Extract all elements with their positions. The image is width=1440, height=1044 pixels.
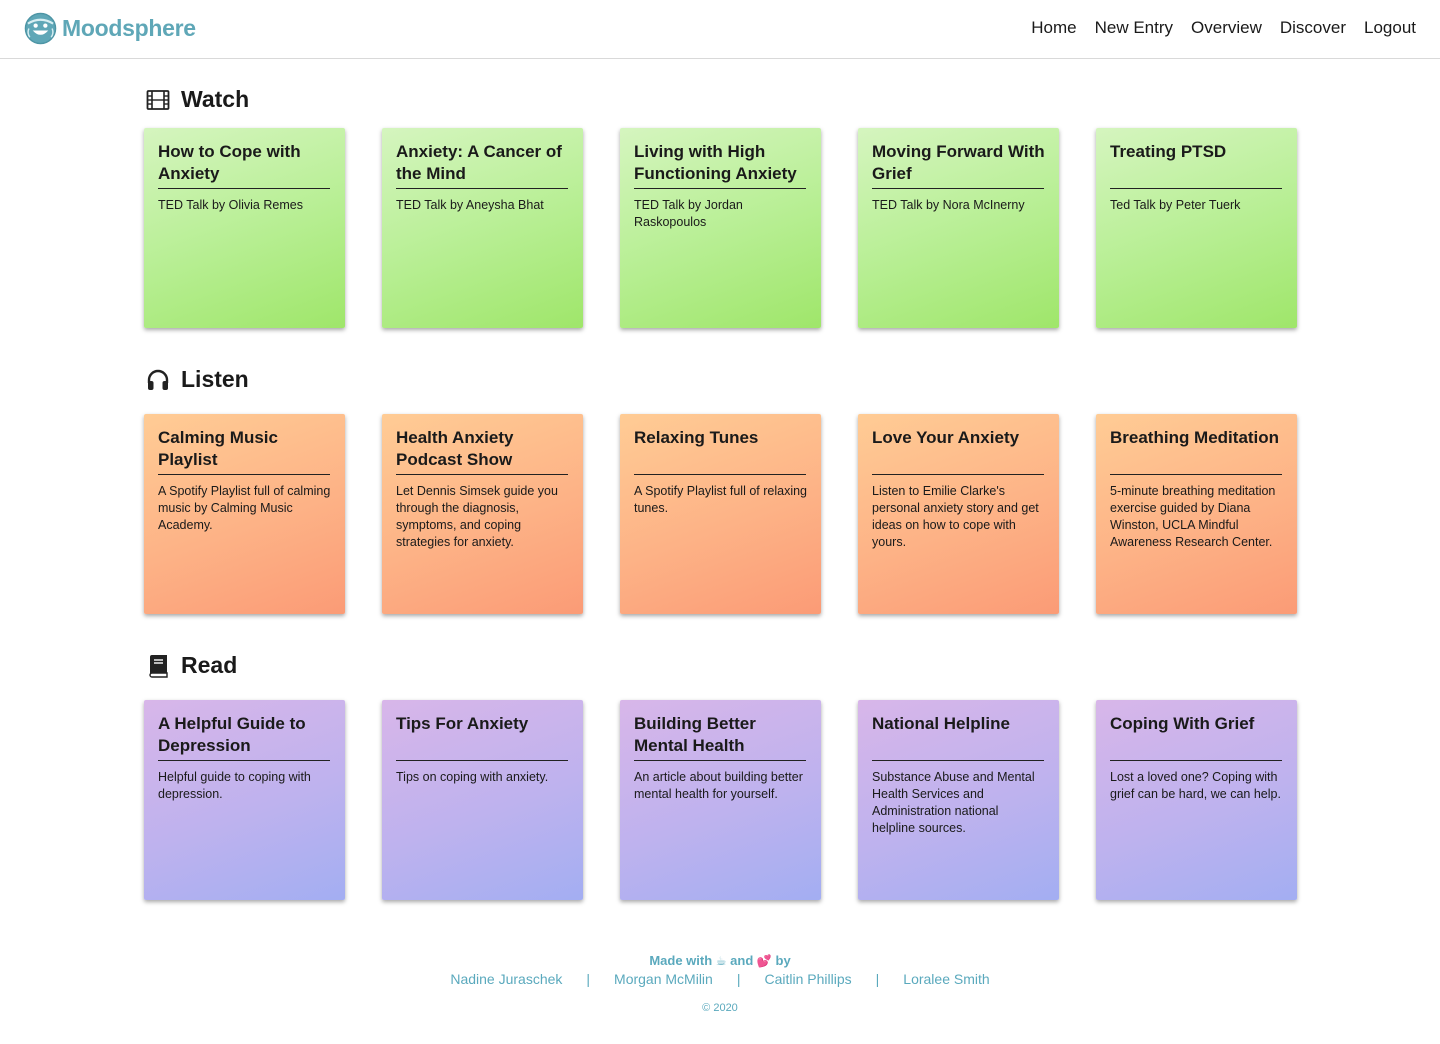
author-separator: | xyxy=(875,971,880,987)
card-title: Coping With Grief xyxy=(1110,714,1255,733)
card-description: Ted Talk by Peter Tuerk xyxy=(1110,198,1241,212)
card-divider xyxy=(396,474,568,475)
headphones-icon xyxy=(147,369,169,390)
author-separator: | xyxy=(736,971,741,987)
card-description: TED Talk by Jordan Raskopoulos xyxy=(634,198,743,229)
read-card[interactable]: National Helpline Substance Abuse and Me… xyxy=(858,700,1059,900)
watch-card[interactable]: Anxiety: A Cancer of the Mind TED Talk b… xyxy=(382,128,583,328)
film-icon xyxy=(146,89,170,110)
watch-card[interactable]: How to Cope with Anxiety TED Talk by Oli… xyxy=(144,128,345,328)
made-with-line: Made with ☕ and 💕 by xyxy=(0,953,1440,968)
card-description: Helpful guide to coping with depression. xyxy=(158,770,311,801)
section-title-read: Read xyxy=(146,652,237,679)
author-links: Nadine Juraschek | Morgan McMilin | Cait… xyxy=(0,971,1440,987)
section-label: Listen xyxy=(181,366,249,392)
card-title: National Helpline xyxy=(872,714,1010,733)
card-divider xyxy=(1110,474,1282,475)
card-divider xyxy=(634,188,806,189)
card-description: A Spotify Playlist full of calming music… xyxy=(158,484,331,532)
author-link-morgan[interactable]: Morgan McMilin xyxy=(614,971,713,987)
read-card[interactable]: Building Better Mental Health An article… xyxy=(620,700,821,900)
listen-card[interactable]: Breathing Meditation 5-minute breathing … xyxy=(1096,414,1297,614)
brand-name: Moodsphere xyxy=(62,15,196,41)
card-title: Building Better Mental Health xyxy=(634,714,756,755)
nav-links: Home New Entry Overview Discover Logout xyxy=(1013,18,1416,38)
card-description: An article about building better mental … xyxy=(634,770,803,801)
watch-card[interactable]: Living with High Functioning Anxiety TED… xyxy=(620,128,821,328)
card-description: Lost a loved one? Coping with grief can … xyxy=(1110,770,1281,801)
listen-cards: Calming Music Playlist A Spotify Playlis… xyxy=(144,414,1297,614)
section-label: Watch xyxy=(181,86,250,112)
section-title-listen: Listen xyxy=(146,366,249,393)
card-title: Love Your Anxiety xyxy=(872,428,1020,447)
listen-card[interactable]: Calming Music Playlist A Spotify Playlis… xyxy=(144,414,345,614)
card-title: Breathing Meditation xyxy=(1110,428,1280,447)
card-title: Calming Music Playlist xyxy=(158,428,278,469)
card-title: How to Cope with Anxiety xyxy=(158,142,301,183)
listen-card[interactable]: Health Anxiety Podcast Show Let Dennis S… xyxy=(382,414,583,614)
card-title: Anxiety: A Cancer of the Mind xyxy=(396,142,562,183)
footer: Made with ☕ and 💕 by Nadine Juraschek | … xyxy=(0,953,1440,1014)
card-description: Listen to Emilie Clarke's personal anxie… xyxy=(872,484,1039,549)
card-title: A Helpful Guide to Depression xyxy=(158,714,306,755)
nav-home[interactable]: Home xyxy=(1031,18,1076,38)
card-description: Substance Abuse and Mental Health Servic… xyxy=(872,770,1035,835)
nav-new-entry[interactable]: New Entry xyxy=(1095,18,1173,38)
watch-cards: How to Cope with Anxiety TED Talk by Oli… xyxy=(144,128,1297,328)
and-text: and xyxy=(730,953,754,968)
nav-discover[interactable]: Discover xyxy=(1280,18,1346,38)
section-title-watch: Watch xyxy=(146,86,249,113)
card-title: Tips For Anxiety xyxy=(396,714,529,733)
card-divider xyxy=(872,474,1044,475)
card-divider xyxy=(634,474,806,475)
card-title: Living with High Functioning Anxiety xyxy=(634,142,797,183)
section-label: Read xyxy=(181,652,238,678)
card-description: Let Dennis Simsek guide you through the … xyxy=(396,484,558,549)
card-divider xyxy=(396,188,568,189)
card-description: A Spotify Playlist full of relaxing tune… xyxy=(634,484,807,515)
listen-card[interactable]: Love Your Anxiety Listen to Emilie Clark… xyxy=(858,414,1059,614)
author-separator: | xyxy=(586,971,591,987)
card-description: TED Talk by Nora McInerny xyxy=(872,198,1025,212)
card-description: 5-minute breathing meditation exercise g… xyxy=(1110,484,1276,549)
card-description: Tips on coping with anxiety. xyxy=(396,770,549,784)
card-title: Relaxing Tunes xyxy=(634,428,759,447)
card-divider xyxy=(158,760,330,761)
watch-card[interactable]: Treating PTSD Ted Talk by Peter Tuerk xyxy=(1096,128,1297,328)
card-title: Moving Forward With Grief xyxy=(872,142,1045,183)
card-divider xyxy=(872,188,1044,189)
brand[interactable]: Moodsphere xyxy=(24,12,196,45)
card-title: Health Anxiety Podcast Show xyxy=(396,428,514,469)
card-divider xyxy=(634,760,806,761)
card-divider xyxy=(158,474,330,475)
author-link-nadine[interactable]: Nadine Juraschek xyxy=(450,971,562,987)
watch-card[interactable]: Moving Forward With Grief TED Talk by No… xyxy=(858,128,1059,328)
card-divider xyxy=(158,188,330,189)
nav-overview[interactable]: Overview xyxy=(1191,18,1262,38)
card-title: Treating PTSD xyxy=(1110,142,1227,161)
card-divider xyxy=(872,760,1044,761)
navbar: Moodsphere Home New Entry Overview Disco… xyxy=(0,0,1440,59)
book-icon xyxy=(149,654,168,678)
read-card[interactable]: Tips For Anxiety Tips on coping with anx… xyxy=(382,700,583,900)
smiley-logo-icon xyxy=(24,12,57,45)
author-link-caitlin[interactable]: Caitlin Phillips xyxy=(764,971,851,987)
coffee-icon: ☕ xyxy=(715,954,727,968)
read-card[interactable]: Coping With Grief Lost a loved one? Copi… xyxy=(1096,700,1297,900)
read-card[interactable]: A Helpful Guide to Depression Helpful gu… xyxy=(144,700,345,900)
card-divider xyxy=(1110,188,1282,189)
copyright: © 2020 xyxy=(702,1002,738,1014)
card-description: TED Talk by Olivia Remes xyxy=(158,198,303,212)
by-text: by xyxy=(775,953,791,968)
listen-card[interactable]: Relaxing Tunes A Spotify Playlist full o… xyxy=(620,414,821,614)
card-divider xyxy=(396,760,568,761)
card-divider xyxy=(1110,760,1282,761)
card-description: TED Talk by Aneysha Bhat xyxy=(396,198,544,212)
author-link-loralee[interactable]: Loralee Smith xyxy=(903,971,989,987)
read-cards: A Helpful Guide to Depression Helpful gu… xyxy=(144,700,1297,900)
hearts-icon: 💕 xyxy=(756,954,772,968)
nav-logout[interactable]: Logout xyxy=(1364,18,1416,38)
made-with-text: Made with xyxy=(649,953,713,968)
